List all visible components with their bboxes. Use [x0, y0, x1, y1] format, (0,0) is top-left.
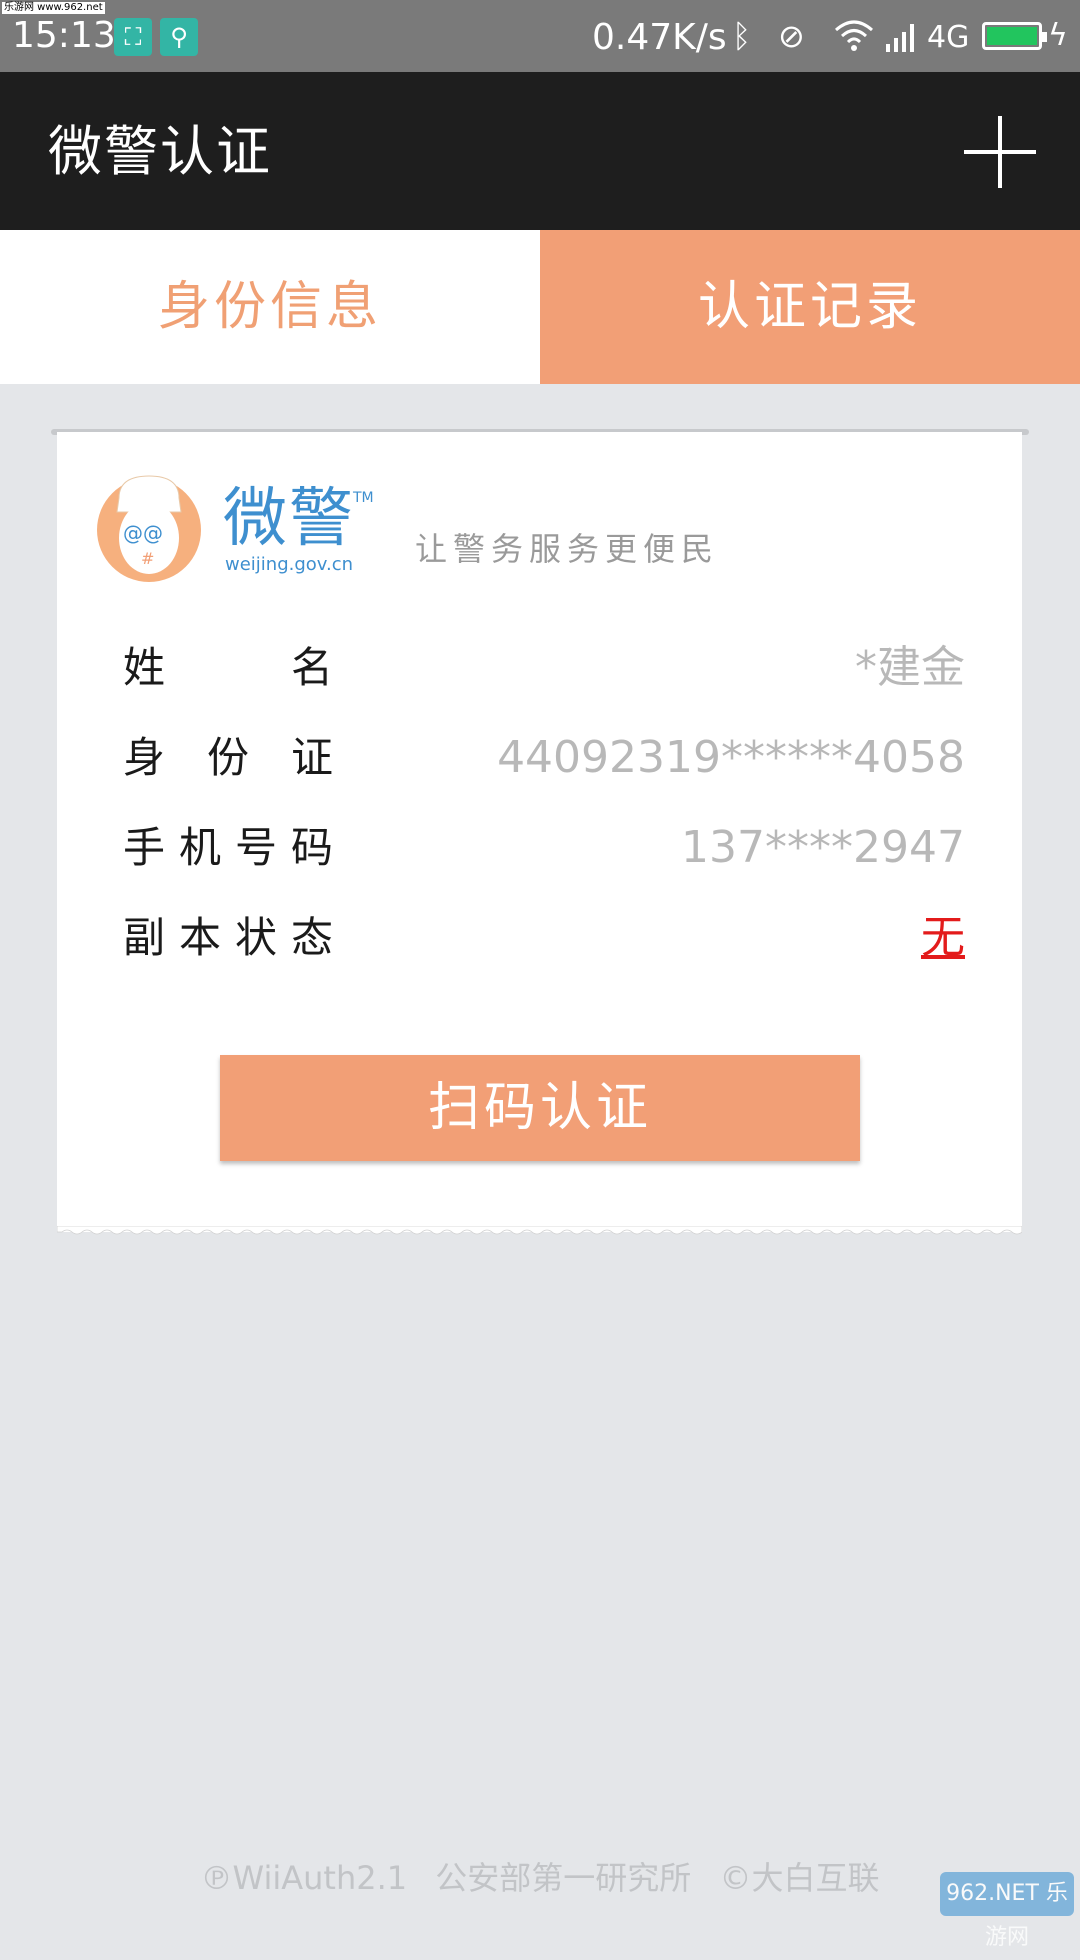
row-label: 手机号码 [123, 823, 333, 872]
row-label: 姓名 [123, 643, 333, 692]
status-time: 15:13 [12, 15, 116, 56]
wifi-icon [834, 14, 874, 65]
page-title: 微警认证 [48, 120, 272, 183]
info-row-name: 姓名 *建金 [123, 638, 965, 698]
signal-icon [884, 14, 920, 65]
bluetooth-icon: ᛒ [732, 17, 752, 55]
logo-trademark: TM [353, 490, 374, 506]
footer-version: ℗WiiAuth2.1 [200, 1859, 408, 1897]
network-type: 4G [927, 20, 970, 55]
weijing-logo-icon: @@ # [97, 475, 201, 582]
screenshot-icon: ⛶ [114, 18, 152, 56]
charging-icon: ϟ [1048, 18, 1068, 53]
card-torn-edge [57, 1226, 1022, 1235]
battery-icon [982, 22, 1047, 50]
identity-card: @@ # 微警 TM weijing.gov.cn 让警务服务更便民 姓名 *建… [57, 432, 1022, 1232]
watermark-badge: 962.NET 乐游网 [940, 1872, 1074, 1950]
tab-auth-records[interactable]: 认证记录 [540, 230, 1080, 384]
info-row-copy-status: 副本状态 无 [123, 908, 965, 968]
row-label: 副本状态 [123, 913, 333, 962]
tab-bar: 身份信息 认证记录 [0, 230, 1080, 384]
logo-wordmark: 微警 [223, 482, 355, 556]
svg-text:@@: @@ [123, 521, 163, 545]
plus-icon[interactable] [960, 112, 1040, 192]
net-speed: 0.47K/s [592, 17, 727, 58]
info-row-id: 身份证 44092319******4058 [123, 728, 965, 788]
footer-org: 公安部第一研究所 [435, 1859, 692, 1897]
row-value: 44092319******4058 [497, 732, 965, 783]
usb-icon: ⚲ [160, 18, 198, 56]
slogan: 让警务服务更便民 [415, 530, 720, 568]
info-row-phone: 手机号码 137****2947 [123, 818, 965, 878]
row-value: *建金 [855, 642, 965, 693]
svg-text:#: # [141, 549, 154, 568]
footer: ℗WiiAuth2.1 公安部第一研究所 ©大白互联 [0, 1856, 1080, 1900]
row-value: 137****2947 [681, 822, 965, 873]
tab-identity-info[interactable]: 身份信息 [0, 230, 540, 384]
app-bar: 微警认证 [0, 72, 1080, 230]
scan-auth-button[interactable]: 扫码认证 [220, 1055, 860, 1161]
watermark-text: 乐游网 www.962.net [2, 2, 105, 14]
mute-vibrate-icon: ⊘ [778, 17, 805, 55]
status-bar: 乐游网 www.962.net 15:13 ⛶ ⚲ 0.47K/s ᛒ ⊘ 4G… [0, 0, 1080, 72]
logo-url: weijing.gov.cn [225, 554, 354, 575]
copy-status-link[interactable]: 无 [921, 908, 965, 968]
row-label: 身份证 [123, 733, 333, 782]
footer-copyright: ©大白互联 [719, 1859, 880, 1897]
